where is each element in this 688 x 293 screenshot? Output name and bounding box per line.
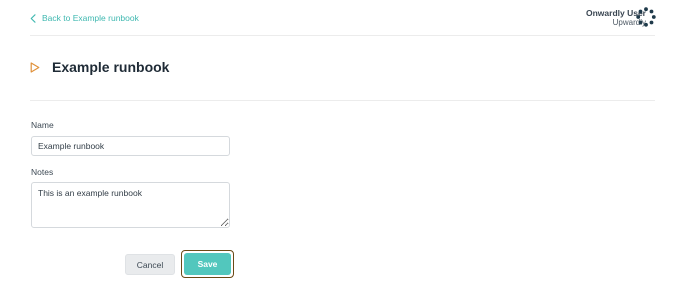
title-divider [30, 100, 655, 101]
save-button-focus-ring: Save [181, 250, 234, 278]
notes-textarea[interactable]: This is an example runbook [31, 182, 230, 228]
chevron-left-icon [30, 13, 36, 23]
back-link-label: Back to Example runbook [42, 13, 139, 23]
avatar[interactable] [636, 7, 656, 27]
header-divider [30, 35, 655, 36]
name-input[interactable] [31, 136, 230, 156]
back-link[interactable]: Back to Example runbook [30, 11, 139, 25]
play-icon [30, 61, 40, 73]
dots-ring-icon [636, 7, 656, 27]
runbook-edit-page: Back to Example runbook Onwardly User Up… [0, 0, 688, 293]
notes-label: Notes [31, 167, 54, 177]
cancel-button[interactable]: Cancel [125, 254, 175, 275]
name-label: Name [31, 120, 54, 130]
save-button[interactable]: Save [184, 253, 231, 275]
page-title: Example runbook [52, 59, 170, 75]
page-header: Example runbook [30, 59, 169, 75]
